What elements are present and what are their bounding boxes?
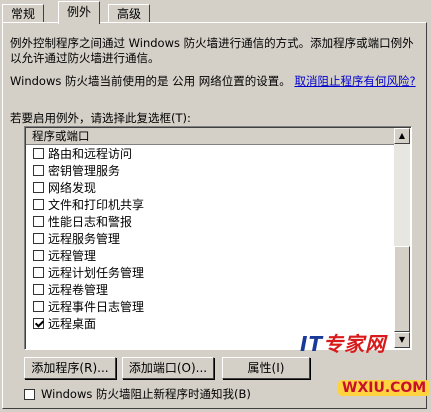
watermark-site: WXIU.COM [338, 380, 431, 396]
list-item[interactable]: 路由和远程访问 [33, 145, 144, 162]
notify-option[interactable]: Windows 防火墙阻止新程序时通知我(B) [24, 386, 251, 402]
list-item[interactable]: 远程计划任务管理 [33, 264, 144, 281]
column-header-program-or-port[interactable]: 程序或端口 [26, 128, 401, 145]
checkbox[interactable] [33, 182, 44, 193]
list-item-label: 密钥管理服务 [48, 164, 121, 178]
list-item[interactable]: 远程卷管理 [33, 281, 144, 298]
list-item-label: 远程事件日志管理 [48, 300, 145, 314]
checkbox[interactable] [33, 148, 44, 159]
list-item-label: 远程卷管理 [48, 283, 109, 297]
list-scrollbar[interactable]: ▲ ▼ [394, 128, 410, 348]
watermark-logo: IT专家网 [300, 328, 386, 357]
list-item[interactable]: 文件和打印机共享 [33, 196, 144, 213]
risk-help-link[interactable]: 取消阻止程序有何风险? [294, 74, 415, 88]
notify-checkbox[interactable] [24, 388, 35, 400]
properties-button[interactable]: 属性(I) [222, 357, 310, 379]
add-port-button[interactable]: 添加端口(O)... [122, 357, 214, 379]
list-item-label: 远程管理 [48, 249, 97, 263]
list-item[interactable]: 远程桌面 [33, 315, 144, 332]
network-location-text: Windows 防火墙当前使用的是 公用 网络位置的设置。 取消阻止程序有何风险… [10, 74, 420, 89]
checkbox[interactable] [33, 284, 44, 295]
enable-exception-prompt: 若要启用例外，请选择此复选框(T): [10, 111, 191, 125]
list-item-label: 远程桌面 [48, 317, 97, 331]
add-program-button[interactable]: 添加程序(R)... [24, 357, 116, 379]
list-item-label: 远程计划任务管理 [48, 266, 145, 280]
exceptions-list: 路由和远程访问 密钥管理服务 网络发现 文件和打印机共享 性能日志和警报 远程服… [33, 145, 144, 332]
list-item[interactable]: 网络发现 [33, 179, 144, 196]
list-item[interactable]: 远程服务管理 [33, 230, 144, 247]
checkbox[interactable] [33, 216, 44, 227]
scroll-down-icon[interactable]: ▼ [394, 332, 410, 348]
tab-exceptions[interactable]: 例外 [58, 1, 101, 24]
checkbox[interactable] [33, 318, 44, 329]
checkbox[interactable] [33, 250, 44, 261]
checkbox[interactable] [33, 267, 44, 278]
checkbox[interactable] [33, 199, 44, 210]
watermark-it: IT [300, 332, 324, 356]
checkbox[interactable] [33, 233, 44, 244]
notify-label: Windows 防火墙阻止新程序时通知我(B) [41, 387, 251, 401]
list-item-label: 网络发现 [48, 181, 97, 195]
watermark-brand: 专家网 [323, 332, 387, 356]
list-item[interactable]: 性能日志和警报 [33, 213, 144, 230]
location-text: Windows 防火墙当前使用的是 公用 网络位置的设置。 [10, 74, 291, 88]
list-item-label: 性能日志和警报 [48, 215, 133, 229]
tab-advanced[interactable]: 高级 [108, 4, 151, 23]
scroll-thumb[interactable] [394, 246, 410, 332]
list-item[interactable]: 远程事件日志管理 [33, 298, 144, 315]
checkbox[interactable] [33, 165, 44, 176]
list-item-label: 路由和远程访问 [48, 147, 133, 161]
tab-general[interactable]: 常规 [2, 4, 45, 23]
exceptions-listbox[interactable]: 程序或端口 路由和远程访问 密钥管理服务 网络发现 文件和打印机共享 性能日志和… [24, 126, 412, 350]
checkbox[interactable] [33, 301, 44, 312]
list-item-label: 文件和打印机共享 [48, 198, 145, 212]
tab-strip: 常规 例外 高级 [0, 0, 431, 24]
list-item-label: 远程服务管理 [48, 232, 121, 246]
scroll-up-icon[interactable]: ▲ [394, 128, 410, 144]
exceptions-description: 例外控制程序之间通过 Windows 防火墙进行通信的方式。添加程序或端口例外以… [10, 36, 414, 65]
list-item[interactable]: 远程管理 [33, 247, 144, 264]
list-item[interactable]: 密钥管理服务 [33, 162, 144, 179]
